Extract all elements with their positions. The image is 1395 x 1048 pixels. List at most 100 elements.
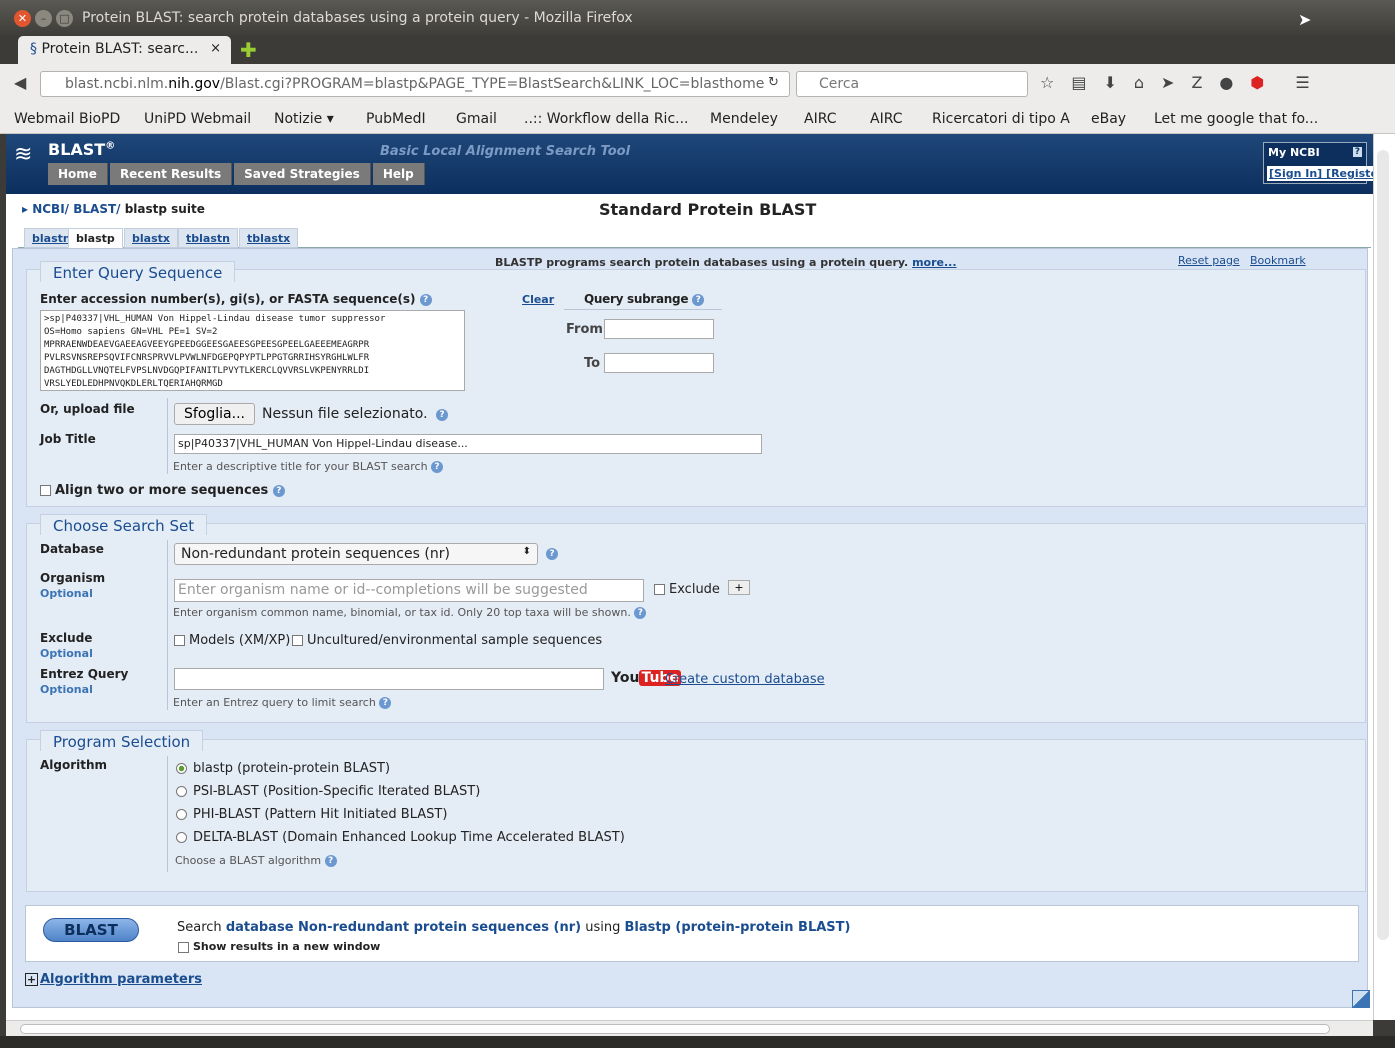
bookmark-star-icon[interactable]: ☆	[1040, 73, 1054, 92]
home-icon[interactable]: ⌂	[1134, 73, 1144, 92]
entrez-label: Entrez Query	[40, 667, 129, 681]
to-label: To	[584, 356, 601, 371]
bookmark-item[interactable]: AIRC	[870, 111, 903, 127]
create-custom-database-link[interactable]: Create custom database	[665, 672, 825, 687]
radio-psiblast[interactable]	[176, 786, 187, 797]
query-legend: Enter Query Sequence	[40, 261, 236, 282]
help-icon[interactable]: ?	[431, 461, 444, 473]
tab-blastp[interactable]: blastp	[68, 228, 123, 248]
bookmark-item[interactable]: UniPD Webmail	[144, 111, 251, 127]
chat-icon[interactable]: ●	[1219, 73, 1233, 92]
algorithm-parameters-link[interactable]: + Algorithm parameters	[25, 972, 202, 987]
bookmark-item[interactable]: ..:: Workflow della Ric...	[524, 111, 689, 127]
zotero-icon[interactable]: Z	[1191, 73, 1202, 92]
blast-submit-button[interactable]: BLAST	[43, 918, 139, 942]
tab-tblastn[interactable]: tblastn	[178, 228, 238, 248]
nav-saved-strategies[interactable]: Saved Strategies	[234, 163, 371, 185]
help-icon[interactable]: ?	[634, 607, 647, 619]
radio-phiblast[interactable]	[176, 809, 187, 820]
new-tab-icon[interactable]: ✚	[240, 38, 257, 62]
bookmark-item[interactable]: Ricercatori di tipo A	[932, 111, 1070, 127]
exclude-organism[interactable]: Exclude	[654, 582, 720, 597]
help-icon[interactable]: ?	[436, 409, 448, 421]
nav-home[interactable]: Home	[48, 163, 108, 185]
bookmark-item[interactable]: Gmail	[456, 111, 497, 127]
send-icon[interactable]: ➤	[1161, 73, 1174, 92]
blast-logo[interactable]: BLAST®	[48, 140, 115, 159]
help-icon[interactable]: ?	[379, 697, 392, 709]
help-icon[interactable]: ?	[272, 484, 285, 497]
url-bar[interactable]: blast.ncbi.nlm.nih.gov/Blast.cgi?PROGRAM…	[40, 71, 790, 97]
organism-input[interactable]: Enter organism name or id--completions w…	[174, 579, 644, 602]
horizontal-scrollbar[interactable]	[6, 1020, 1373, 1036]
download-icon[interactable]: ⬇	[1103, 73, 1116, 92]
clear-link[interactable]: Clear	[522, 293, 554, 306]
search-input[interactable]: Cerca	[796, 71, 1028, 97]
breadcrumb-current: blastp suite	[124, 202, 205, 216]
job-title-hint: Enter a descriptive title for your BLAST…	[173, 460, 444, 473]
new-window-option[interactable]: Show results in a new window	[178, 940, 380, 953]
help-icon[interactable]: ?	[419, 293, 432, 306]
nav-help[interactable]: Help	[372, 163, 425, 185]
entrez-query-input[interactable]	[174, 668, 604, 690]
tab-blastx[interactable]: blastx	[124, 228, 178, 248]
bookmark-item[interactable]: PubMedI	[366, 111, 426, 127]
reload-icon[interactable]: ↻	[768, 75, 779, 90]
add-organism-button[interactable]: +	[728, 580, 750, 595]
breadcrumb-ncbi[interactable]: NCBI	[32, 202, 64, 216]
radio-blastp[interactable]	[176, 763, 187, 774]
bookmark-link[interactable]: Bookmark	[1250, 254, 1306, 267]
align-checkbox[interactable]	[40, 485, 51, 496]
browser-tab[interactable]: § Protein BLAST: searc... ×	[18, 36, 231, 64]
algorithm-label: Algorithm	[40, 758, 108, 772]
bookmark-item[interactable]: AIRC	[804, 111, 837, 127]
bookmarks-menu-icon[interactable]: ▤	[1071, 73, 1086, 92]
algo-blastp[interactable]: blastp (protein-protein BLAST)	[176, 761, 390, 776]
myncbi-help-icon[interactable]: ?	[1352, 147, 1362, 157]
menu-icon[interactable]: ☰	[1295, 73, 1309, 92]
uncultured-checkbox[interactable]	[292, 635, 303, 646]
help-icon[interactable]: ?	[546, 548, 558, 560]
help-icon[interactable]: ?	[692, 293, 705, 306]
bookmark-item[interactable]: Mendeley	[710, 111, 778, 127]
nav-recent-results[interactable]: Recent Results	[109, 163, 233, 185]
reset-page-link[interactable]: Reset page	[1178, 254, 1240, 267]
tab-tblastx[interactable]: tblastx	[239, 228, 299, 248]
breadcrumb-blast[interactable]: BLAST	[73, 202, 116, 216]
separator	[167, 398, 168, 474]
tab-close-icon[interactable]: ×	[210, 41, 221, 56]
uncultured-option[interactable]: Uncultured/environmental sample sequence…	[292, 633, 602, 648]
bookmark-item[interactable]: Notizie ▾	[274, 111, 334, 127]
window-minimize-icon[interactable]: –	[35, 10, 52, 27]
bookmark-item[interactable]: eBay	[1091, 111, 1126, 127]
scroll-thumb[interactable]	[20, 1024, 1330, 1034]
exclude-organism-checkbox[interactable]	[654, 584, 665, 595]
database-select[interactable]: Non-redundant protein sequences (nr) ⬍	[174, 543, 538, 565]
more-link[interactable]: more...	[912, 256, 956, 269]
vertical-scrollbar[interactable]	[1377, 150, 1389, 940]
sign-in-register-link[interactable]: [Sign In] [Register]	[1267, 166, 1373, 181]
bookmark-item[interactable]: Webmail BioPD	[14, 111, 120, 127]
back-icon[interactable]: ◀	[14, 73, 26, 92]
algo-psiblast[interactable]: PSI-BLAST (Position-Specific Iterated BL…	[176, 784, 480, 799]
browse-button[interactable]: Sfoglia...	[174, 403, 255, 425]
radio-deltablast[interactable]	[176, 832, 187, 843]
query-sequence-textarea[interactable]: >sp|P40337|VHL_HUMAN Von Hippel-Lindau d…	[40, 310, 465, 391]
align-two-sequences[interactable]: Align two or more sequences ?	[40, 483, 285, 498]
window-maximize-icon[interactable]: □	[56, 10, 73, 27]
adblock-icon[interactable]: ⬢	[1250, 73, 1264, 92]
feedback-corner-icon[interactable]	[1352, 990, 1370, 1008]
from-input[interactable]	[604, 319, 714, 339]
new-window-checkbox[interactable]	[178, 941, 189, 953]
blastp-info: BLASTP programs search protein databases…	[495, 256, 957, 269]
job-title-input[interactable]: sp|P40337|VHL_HUMAN Von Hippel-Lindau di…	[174, 434, 762, 454]
window-close-icon[interactable]: ✕	[14, 10, 31, 27]
models-checkbox[interactable]	[174, 635, 185, 646]
bookmark-item[interactable]: Let me google that fo...	[1154, 111, 1318, 127]
to-input[interactable]	[604, 353, 714, 373]
expand-plus-icon[interactable]: +	[25, 973, 38, 986]
help-icon[interactable]: ?	[324, 855, 337, 867]
models-option[interactable]: Models (XM/XP)	[174, 633, 290, 648]
algo-phiblast[interactable]: PHI-BLAST (Pattern Hit Initiated BLAST)	[176, 807, 447, 822]
algo-deltablast[interactable]: DELTA-BLAST (Domain Enhanced Lookup Time…	[176, 830, 625, 845]
